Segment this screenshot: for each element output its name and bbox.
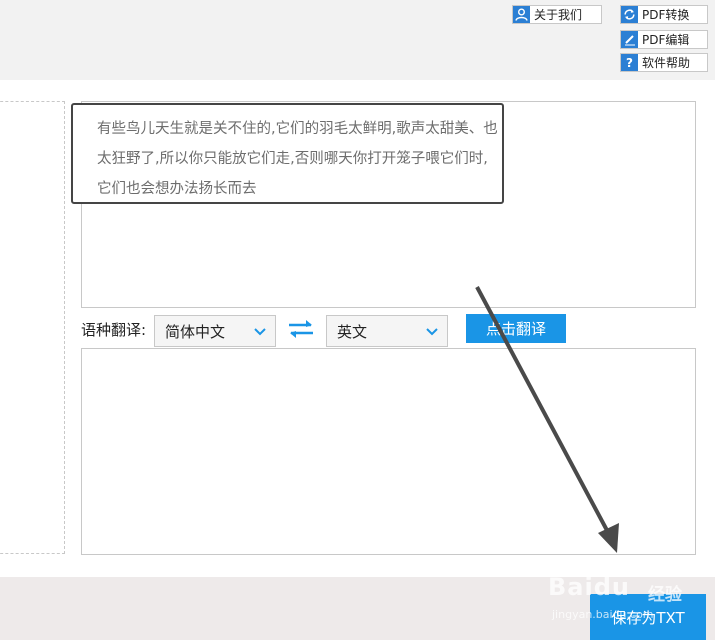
about-us-button[interactable]: 关于我们 <box>512 5 602 24</box>
chevron-down-icon <box>426 328 438 336</box>
user-icon <box>513 6 530 23</box>
pdf-convert-label: PDF转换 <box>642 8 690 22</box>
pdf-edit-button[interactable]: PDF编辑 <box>620 30 708 49</box>
swap-languages-icon[interactable] <box>287 318 315 340</box>
pdf-edit-label: PDF编辑 <box>642 33 690 47</box>
target-language-select[interactable]: 英文 <box>326 315 448 347</box>
software-help-button[interactable]: ? 软件帮助 <box>620 53 708 72</box>
target-language-value: 英文 <box>337 322 368 341</box>
save-as-txt-button[interactable]: 保存为TXT <box>590 594 706 640</box>
source-language-select[interactable]: 简体中文 <box>154 315 276 347</box>
pencil-icon <box>621 31 638 48</box>
source-language-value: 简体中文 <box>165 322 226 341</box>
file-drop-panel[interactable] <box>0 101 65 554</box>
target-text-area[interactable] <box>81 348 696 555</box>
question-icon: ? <box>621 54 638 71</box>
chevron-down-icon <box>254 328 266 336</box>
pdf-convert-button[interactable]: PDF转换 <box>620 5 708 24</box>
top-toolbar: 关于我们 PDF转换 PDF编辑 ? 软件帮助 <box>0 0 715 80</box>
language-label: 语种翻译: <box>81 321 147 339</box>
refresh-icon <box>621 6 638 23</box>
translate-button[interactable]: 点击翻译 <box>466 314 566 343</box>
about-us-label: 关于我们 <box>534 8 583 22</box>
source-text-highlight: 有些鸟儿天生就是关不住的,它们的羽毛太鲜明,歌声太甜美、也太狂野了,所以你只能放… <box>71 103 504 204</box>
source-text: 有些鸟儿天生就是关不住的,它们的羽毛太鲜明,歌声太甜美、也太狂野了,所以你只能放… <box>97 121 498 197</box>
software-help-label: 软件帮助 <box>642 56 691 70</box>
